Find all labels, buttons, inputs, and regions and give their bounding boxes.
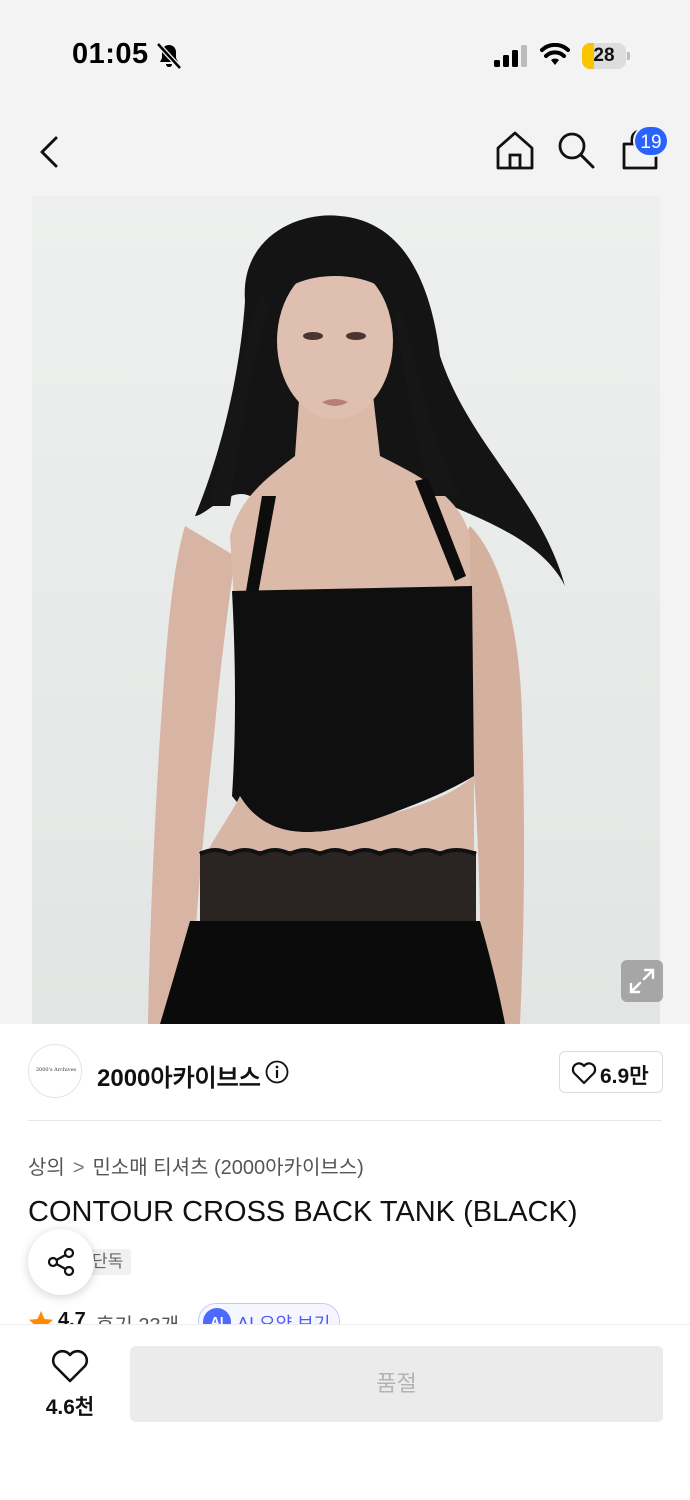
brand-name[interactable]: 2000아카이브스: [97, 1058, 261, 1093]
battery-icon: 28: [582, 43, 630, 69]
expand-icon[interactable]: [621, 960, 663, 1002]
heart-icon: [571, 1062, 597, 1085]
ai-icon: AI: [203, 1308, 231, 1324]
breadcrumb: 상의 > 민소매 티셔츠 (2000아카이브스): [28, 1151, 364, 1180]
brand-logo[interactable]: 2000's Archives: [28, 1044, 82, 1098]
breadcrumb-item-subcategory[interactable]: 민소매 티셔츠 (2000아카이브스): [93, 1157, 364, 1179]
share-button[interactable]: [28, 1229, 94, 1295]
home-icon[interactable]: [494, 128, 536, 172]
status-time: 01:05: [72, 38, 149, 70]
status-bar: 01:05 28: [0, 0, 690, 110]
product-image[interactable]: [0, 196, 690, 1024]
battery-level: 28: [593, 45, 615, 66]
star-icon: [29, 1311, 53, 1324]
wishlist-count: 4.6천: [45, 1396, 95, 1419]
bell-off-icon: [156, 42, 182, 70]
breadcrumb-item-category[interactable]: 상의: [28, 1157, 65, 1179]
soldout-button[interactable]: 품절: [130, 1346, 663, 1422]
breadcrumb-chevron-icon: >: [72, 1157, 85, 1179]
product-photo: [0, 196, 690, 1024]
chevron-left-icon[interactable]: [30, 130, 70, 174]
info-icon[interactable]: [265, 1060, 289, 1084]
review-count-link[interactable]: 후기 23개: [96, 1309, 179, 1324]
wifi-icon: [540, 43, 570, 65]
brand-like-button[interactable]: 6.9만: [559, 1051, 663, 1093]
divider: [28, 1120, 662, 1121]
share-icon: [47, 1247, 75, 1277]
product-title: CONTOUR CROSS BACK TANK (BLACK): [28, 1196, 578, 1228]
bottom-action-bar: 4.6천 품절: [0, 1324, 690, 1500]
rating-value: 4.7: [58, 1309, 86, 1324]
signal-icon: [494, 45, 527, 67]
search-icon[interactable]: [556, 130, 596, 170]
ai-summary-label: AI 요약 보기: [237, 1314, 331, 1324]
heart-icon: [51, 1349, 89, 1383]
brand-like-count: 6.9만: [600, 1065, 649, 1088]
cart-count-badge: 19: [633, 125, 669, 157]
brand-row[interactable]: 2000's Archives 2000아카이브스 6.9만: [0, 1024, 690, 1122]
brand-logo-text: 2000's Archives: [35, 1067, 77, 1073]
app-header: [0, 110, 690, 196]
rating-row: 4.7 후기 23개 AI AI 요약 보기: [0, 1296, 690, 1324]
ai-summary-button[interactable]: AI AI 요약 보기: [198, 1303, 340, 1324]
wishlist-button[interactable]: 4.6천: [30, 1349, 110, 1423]
